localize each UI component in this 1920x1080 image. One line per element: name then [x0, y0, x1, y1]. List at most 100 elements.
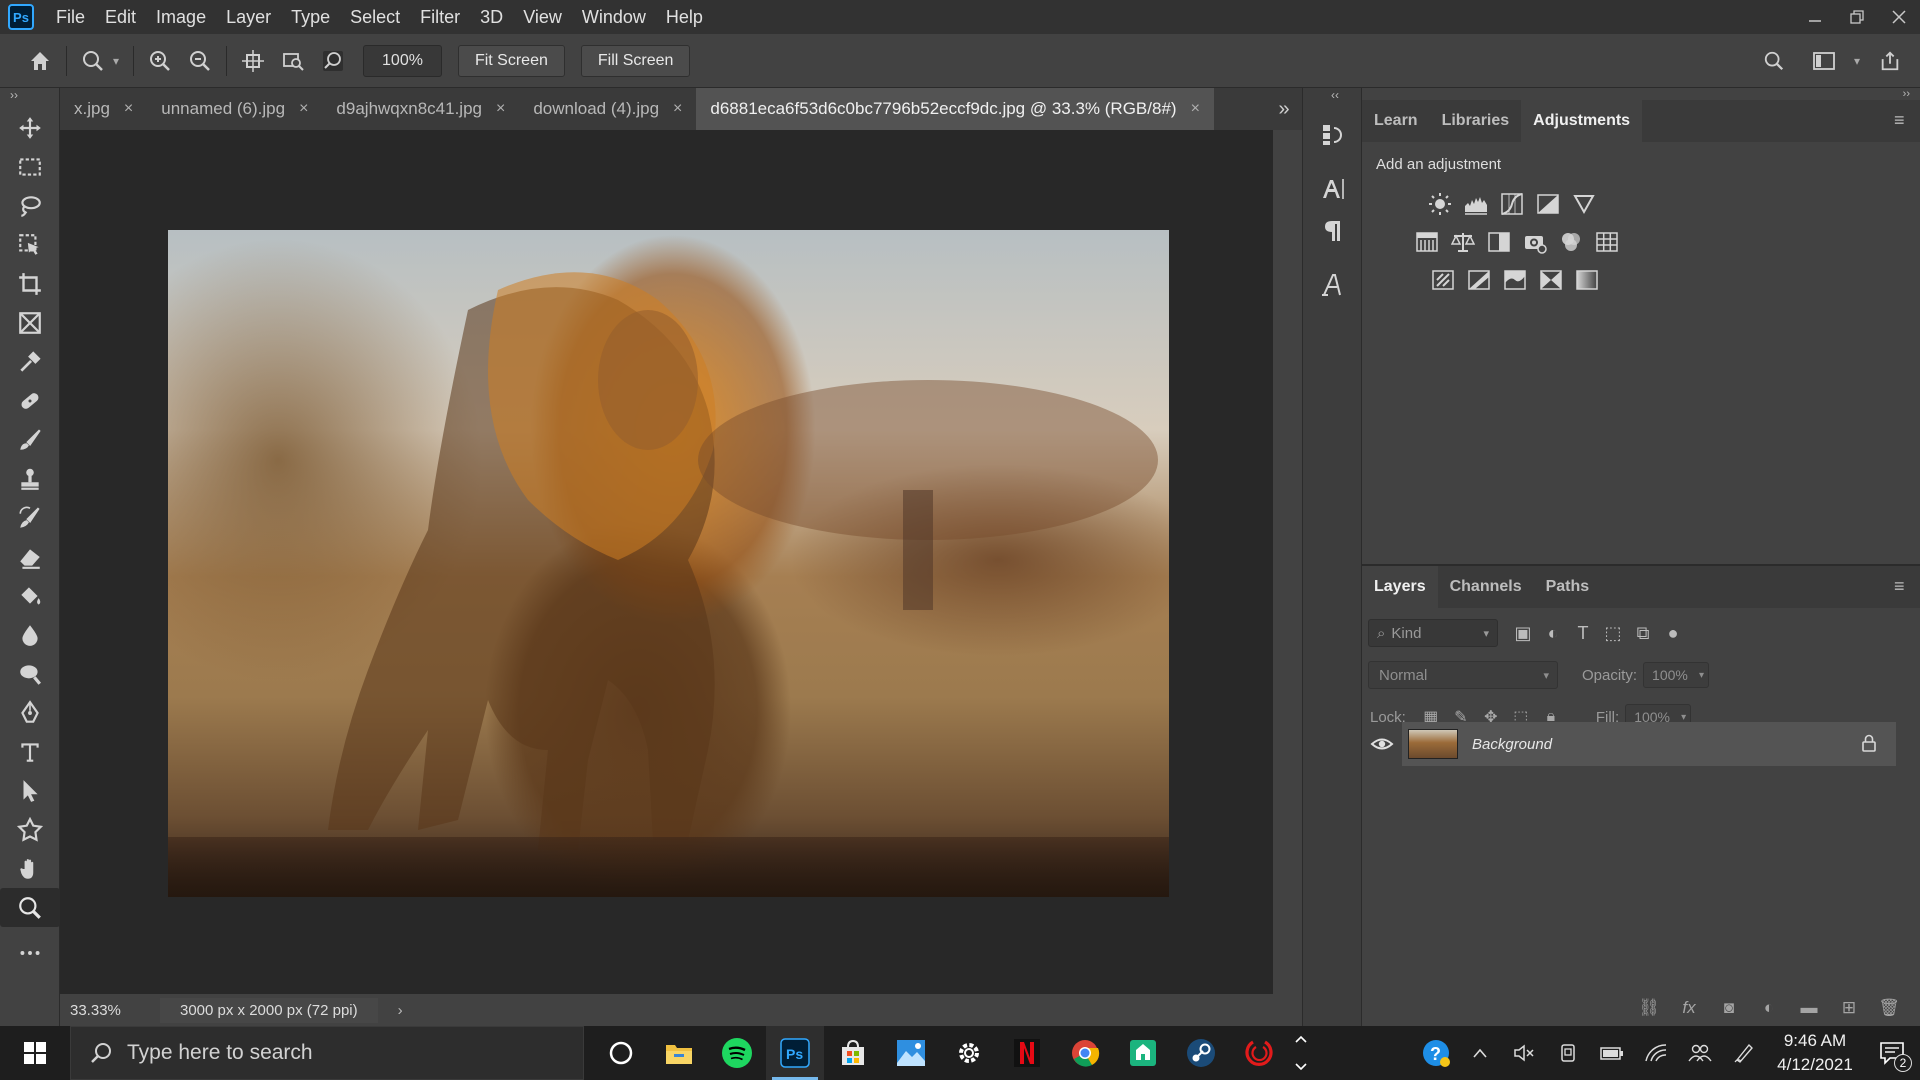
eraser-tool-icon[interactable] — [0, 537, 60, 576]
device-icon[interactable] — [1546, 1026, 1590, 1080]
status-menu-arrow-icon[interactable]: › — [398, 1002, 403, 1019]
tab-close-icon[interactable]: × — [673, 100, 682, 118]
character-panel-icon[interactable] — [1303, 168, 1363, 210]
selective-color-icon[interactable] — [1538, 267, 1564, 293]
file-explorer-icon[interactable] — [650, 1026, 708, 1080]
menu-file[interactable]: File — [46, 0, 95, 34]
move-tool-icon[interactable] — [0, 108, 60, 147]
frame-tool-icon[interactable] — [0, 303, 60, 342]
netflix-icon[interactable] — [998, 1026, 1056, 1080]
workspace-icon[interactable] — [1804, 41, 1844, 81]
menu-type[interactable]: Type — [281, 0, 340, 34]
tab-layers[interactable]: Layers — [1362, 566, 1438, 608]
black-white-icon[interactable] — [1486, 229, 1512, 255]
new-adjustment-layer-icon[interactable]: ◐ — [1754, 993, 1784, 1023]
adjustment-layer-filter-icon[interactable]: ◐ — [1538, 619, 1568, 647]
layer-kind-filter[interactable]: ⌕ Kind ▾ — [1368, 619, 1498, 647]
zoom-tool-preset-icon[interactable] — [73, 41, 113, 81]
tab-learn[interactable]: Learn — [1362, 100, 1430, 142]
spotify-icon[interactable] — [708, 1026, 766, 1080]
menu-3d[interactable]: 3D — [470, 0, 513, 34]
layer-style-fx-icon[interactable]: fx — [1674, 993, 1704, 1023]
curves-icon[interactable] — [1499, 191, 1525, 217]
settings-gear-icon[interactable] — [940, 1026, 998, 1080]
menu-layer[interactable]: Layer — [216, 0, 281, 34]
resize-windows-icon[interactable] — [233, 41, 273, 81]
tab-channels[interactable]: Channels — [1438, 566, 1534, 608]
marquee-tool-icon[interactable] — [0, 147, 60, 186]
brightness-contrast-icon[interactable] — [1427, 191, 1453, 217]
tab-close-icon[interactable]: × — [299, 100, 308, 118]
collapse-right-icon[interactable]: ›› — [1362, 88, 1920, 100]
action-center-icon[interactable]: 2 — [1864, 1026, 1920, 1080]
gradient-map-icon[interactable] — [1574, 267, 1600, 293]
eyedropper-tool-icon[interactable] — [0, 342, 60, 381]
hand-tool-icon[interactable] — [0, 849, 60, 888]
type-tool-icon[interactable] — [0, 732, 60, 771]
shape-layer-filter-icon[interactable]: ⬚ — [1598, 619, 1628, 647]
custom-shape-tool-icon[interactable] — [0, 810, 60, 849]
new-group-folder-icon[interactable]: ▬ — [1794, 993, 1824, 1023]
collapse-panels-icon[interactable]: ‹‹ — [1303, 88, 1361, 114]
menu-window[interactable]: Window — [572, 0, 656, 34]
tab-document[interactable]: x.jpg × — [60, 88, 147, 130]
tab-close-icon[interactable]: × — [496, 100, 505, 118]
close-window-icon[interactable] — [1878, 0, 1920, 34]
status-zoom[interactable]: 33.33% — [60, 1002, 140, 1019]
share-icon[interactable] — [1870, 41, 1910, 81]
chevron-down-icon[interactable]: ▾ — [113, 54, 119, 68]
link-layers-icon[interactable]: ⛓ — [1634, 993, 1664, 1023]
menu-view[interactable]: View — [513, 0, 572, 34]
brush-tool-icon[interactable] — [0, 420, 60, 459]
photoshop-logo-icon[interactable]: Ps — [8, 4, 34, 30]
delete-layer-trash-icon[interactable]: 🗑︎ — [1874, 993, 1904, 1023]
home-icon[interactable] — [20, 41, 60, 81]
cortana-icon[interactable] — [592, 1026, 650, 1080]
invert-icon[interactable] — [1430, 267, 1456, 293]
vertical-scrollbar[interactable] — [1273, 130, 1302, 994]
tabs-overflow-icon[interactable]: » — [1266, 88, 1302, 130]
app-green-icon[interactable] — [1114, 1026, 1172, 1080]
layer-row-background[interactable]: Background — [1402, 722, 1896, 766]
tab-close-icon[interactable]: × — [124, 100, 133, 118]
microsoft-store-icon[interactable] — [824, 1026, 882, 1080]
menu-filter[interactable]: Filter — [410, 0, 470, 34]
blend-mode-select[interactable]: Normal ▾ — [1368, 661, 1558, 689]
windows-start-icon[interactable] — [0, 1026, 70, 1080]
collapse-toolbar-icon[interactable]: ›› — [0, 88, 59, 108]
menu-edit[interactable]: Edit — [95, 0, 146, 34]
tab-adjustments[interactable]: Adjustments — [1521, 100, 1643, 142]
tab-document[interactable]: unnamed (6).jpg × — [147, 88, 322, 130]
smart-object-filter-icon[interactable]: ⧉ — [1628, 619, 1658, 647]
show-hidden-icons-icon[interactable] — [1458, 1026, 1502, 1080]
path-selection-tool-icon[interactable] — [0, 771, 60, 810]
vibrance-icon[interactable] — [1571, 191, 1597, 217]
exposure-icon[interactable] — [1535, 191, 1561, 217]
paint-bucket-tool-icon[interactable] — [0, 576, 60, 615]
history-brush-tool-icon[interactable] — [0, 498, 60, 537]
fill-screen-button[interactable]: Fill Screen — [580, 44, 691, 77]
dodge-tool-icon[interactable] — [0, 654, 60, 693]
pixel-layer-filter-icon[interactable]: ▣ — [1508, 619, 1538, 647]
color-lookup-icon[interactable] — [1594, 229, 1620, 255]
glyphs-panel-icon[interactable] — [1303, 264, 1363, 306]
tab-document[interactable]: download (4).jpg × — [519, 88, 696, 130]
chevron-down-icon[interactable]: ▾ — [1854, 54, 1860, 68]
tab-document[interactable]: d9ajhwqxn8c41.jpg × — [322, 88, 519, 130]
battery-icon[interactable] — [1590, 1026, 1634, 1080]
type-layer-filter-icon[interactable]: T — [1568, 619, 1598, 647]
lasso-tool-icon[interactable] — [0, 186, 60, 225]
opacity-field[interactable]: 100% ▾ — [1643, 662, 1710, 688]
scrubby-zoom-icon[interactable] — [313, 41, 353, 81]
panel-menu-icon[interactable]: ≡ — [1894, 111, 1910, 129]
add-mask-icon[interactable]: ◙ — [1714, 993, 1744, 1023]
pen-ink-icon[interactable] — [1722, 1026, 1766, 1080]
photo-filter-icon[interactable] — [1522, 229, 1548, 255]
panel-menu-icon[interactable]: ≡ — [1894, 577, 1910, 595]
chrome-icon[interactable] — [1056, 1026, 1114, 1080]
tab-close-icon[interactable]: × — [1191, 100, 1200, 118]
zoom-out-icon[interactable] — [180, 41, 220, 81]
wifi-icon[interactable] — [1634, 1026, 1678, 1080]
zoom-all-windows-icon[interactable] — [273, 41, 313, 81]
clone-stamp-tool-icon[interactable] — [0, 459, 60, 498]
